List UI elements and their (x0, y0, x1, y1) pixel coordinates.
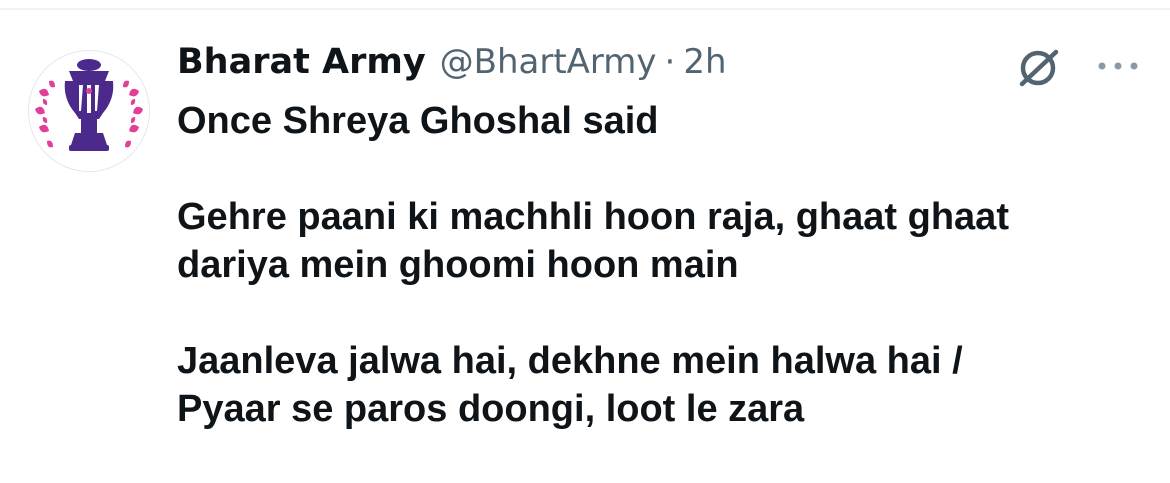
avatar[interactable] (28, 50, 150, 172)
tweet-text-line: Pyaar se paros doongi, loot le zara (177, 388, 805, 430)
grok-icon[interactable] (1014, 42, 1064, 92)
trophy-logo-icon (29, 51, 149, 171)
tweet-text-line: Once Shreya Ghoshal said (177, 100, 659, 142)
display-name[interactable]: Bharat Army (177, 42, 426, 82)
tweet-text: Once Shreya Ghoshal said Gehre paani ki m… (177, 97, 1152, 433)
user-handle[interactable]: @BhartArmy (440, 42, 657, 82)
tweet-header: Bharat Army @BhartArmy · 2h (177, 42, 727, 92)
tweet-text-line: Gehre paani ki machhli hoon raja, ghaat … (177, 196, 1009, 238)
tweet-text-line: dariya mein ghoomi hoon main (177, 244, 739, 286)
more-options-icon[interactable] (1096, 56, 1140, 76)
timestamp[interactable]: 2h (683, 42, 726, 82)
top-divider (0, 8, 1170, 10)
tweet-text-line: Jaanleva jalwa hai, dekhne mein halwa ha… (177, 340, 963, 382)
separator-dot: · (664, 42, 676, 82)
